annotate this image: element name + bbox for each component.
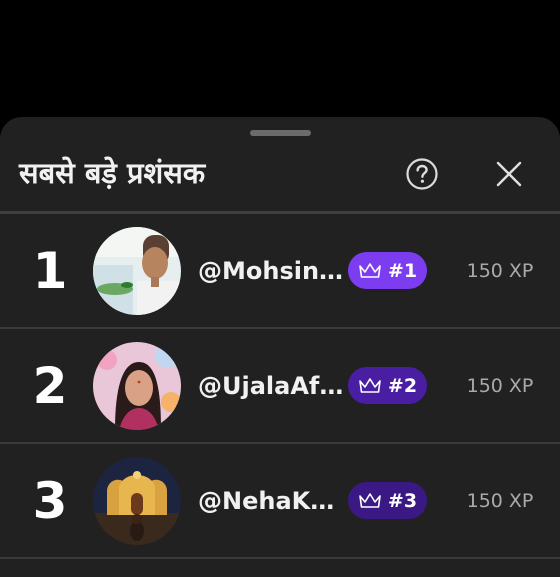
avatar[interactable] <box>93 227 181 315</box>
rank-badge: #3 <box>348 482 427 519</box>
rank-badge: #1 <box>348 252 427 289</box>
rank-number: 1 <box>32 241 68 300</box>
fan-row[interactable]: 2 @UjalaAf… #2 150 XP <box>0 329 560 444</box>
sheet-title: सबसे बड़े प्रशंसक <box>19 156 206 190</box>
drag-handle[interactable] <box>250 130 311 136</box>
fan-handle[interactable]: @Mohsin… <box>198 214 344 327</box>
fan-row[interactable]: 1 @Mohsin… #1 150 XP <box>0 214 560 329</box>
fan-handle[interactable]: @NehaK… <box>198 444 344 557</box>
crown-icon <box>359 262 381 278</box>
help-button[interactable] <box>404 156 440 192</box>
badge-label: #1 <box>387 259 418 282</box>
avatar[interactable] <box>93 457 181 545</box>
badge-label: #3 <box>387 489 418 512</box>
avatar-photo <box>93 342 181 430</box>
close-x-icon <box>496 161 522 187</box>
crown-icon <box>359 492 381 508</box>
crown-icon <box>359 377 381 393</box>
avatar-photo <box>93 457 181 545</box>
fan-list: 1 @Mohsin… #1 150 XP 2 @UjalaAf… #2 150 … <box>0 214 560 559</box>
xp-value: 150 XP <box>466 489 534 512</box>
avatar[interactable] <box>93 342 181 430</box>
xp-value: 150 XP <box>466 259 534 282</box>
rank-number: 3 <box>32 471 68 530</box>
question-circle-icon <box>406 158 438 190</box>
fan-handle[interactable]: @UjalaAf… <box>198 329 344 442</box>
xp-value: 150 XP <box>466 374 534 397</box>
rank-badge: #2 <box>348 367 427 404</box>
avatar-photo <box>93 227 181 315</box>
rank-number: 2 <box>32 356 68 415</box>
top-fans-sheet: सबसे बड़े प्रशंसक 1 @Mohsin… #1 150 XP 2… <box>0 117 560 577</box>
badge-label: #2 <box>387 374 418 397</box>
close-button[interactable] <box>490 155 528 193</box>
fan-row[interactable]: 3 @NehaK… #3 150 XP <box>0 444 560 559</box>
